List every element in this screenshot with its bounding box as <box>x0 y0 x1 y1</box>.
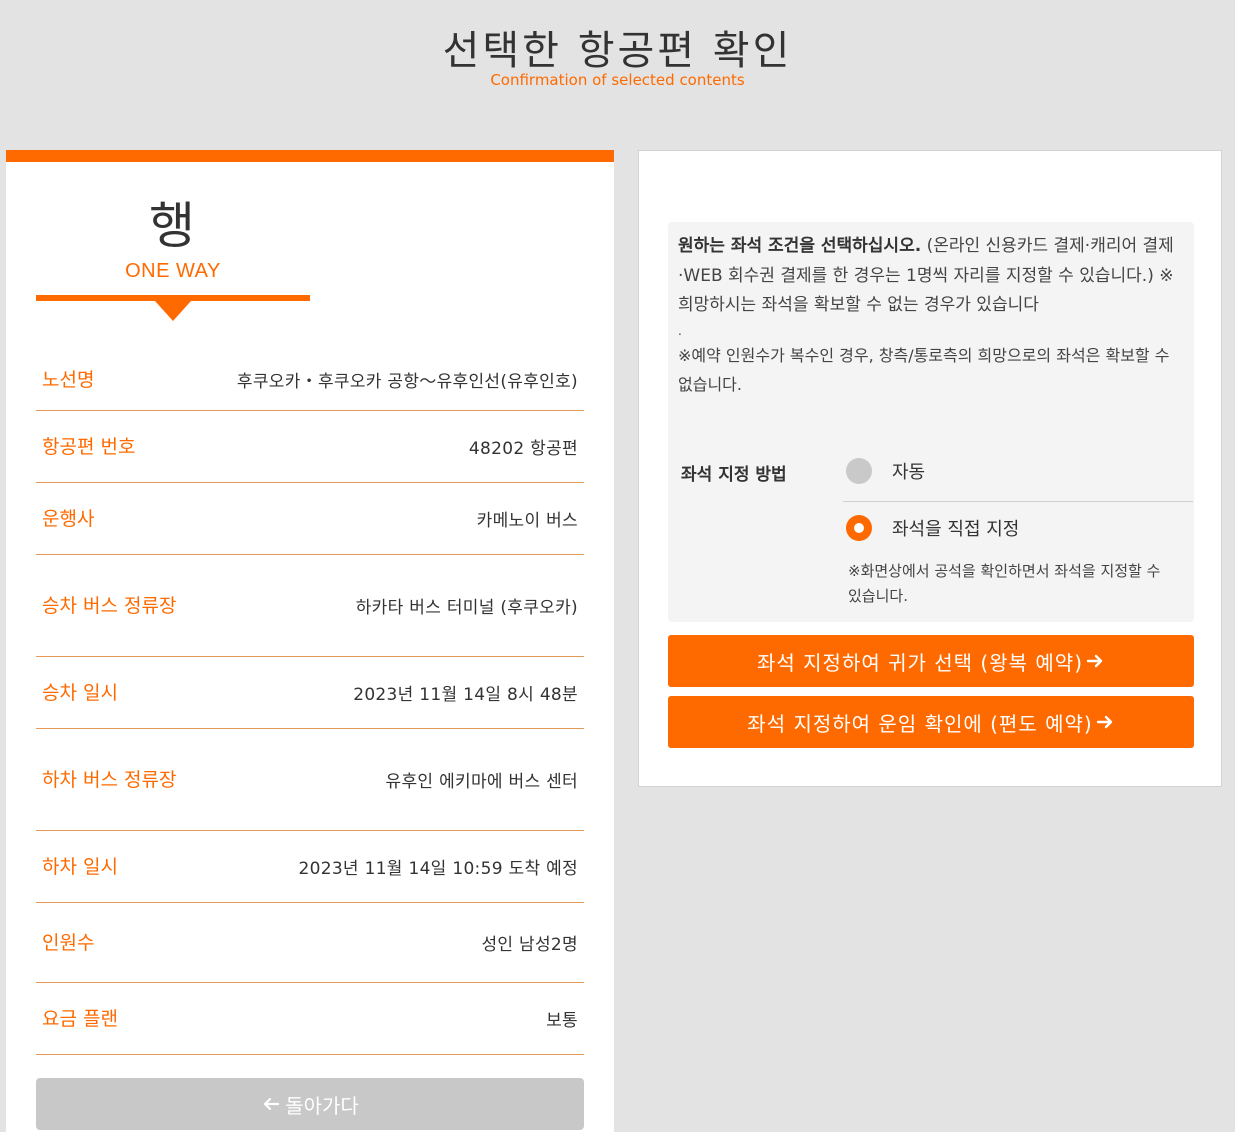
notice-reservation-note: ※예약 인원수가 복수인 경우, 창측/통로측의 희망으로의 좌석은 확보할 수… <box>678 345 1170 395</box>
page-title: 선택한 항공편 확인 <box>442 28 793 74</box>
seat-selection-card: 원하는 좌석 조건을 선택하십시오. (온라인 신용카드 결제·캐리어 결제·W… <box>638 150 1222 787</box>
option-divider <box>843 501 1193 502</box>
arrow-left-icon <box>264 1097 280 1111</box>
round-trip-reserve-button[interactable]: 좌석 지정하여 귀가 선택 (왕복 예약) <box>668 635 1194 687</box>
info-label: 하차 일시 <box>42 855 118 878</box>
info-value: 후쿠오카・후쿠오카 공항～유후인선(유후인호) <box>236 372 578 392</box>
info-row-operator: 운행사 카메노이 버스 <box>36 483 584 555</box>
info-value: 성인 남성2명 <box>481 935 578 955</box>
info-label: 인원수 <box>42 931 95 954</box>
notice-box: 원하는 좌석 조건을 선택하십시오. (온라인 신용카드 결제·캐리어 결제·W… <box>668 222 1194 622</box>
info-label: 하차 버스 정류장 <box>42 768 177 791</box>
info-value: 보통 <box>546 1011 578 1031</box>
seat-option-label: 자동 <box>892 462 926 483</box>
info-value: 2023년 11월 14일 10:59 도착 예정 <box>298 859 578 879</box>
back-button-label: 돌아가다 <box>285 1093 359 1118</box>
way-subtitle: ONE WAY <box>125 260 221 282</box>
seat-option-manual[interactable]: 좌석을 직접 지정 <box>846 515 1019 541</box>
seat-option-note: ※화면상에서 공석을 확인하면서 좌석을 지정할 수 있습니다. <box>848 562 1161 605</box>
info-value: 48202 항공편 <box>468 439 578 459</box>
info-row-alighting-time: 하차 일시 2023년 11월 14일 10:59 도착 예정 <box>36 831 584 903</box>
trip-info-list: 노선명 후쿠오카・후쿠오카 공항～유후인선(유후인호) 항공편 번호 48202… <box>36 349 584 1055</box>
info-value: 카메노이 버스 <box>476 511 578 531</box>
info-label: 운행사 <box>42 507 95 530</box>
info-row-route: 노선명 후쿠오카・후쿠오카 공항～유후인선(유후인호) <box>36 349 584 411</box>
radio-manual[interactable] <box>846 515 872 541</box>
way-title: 행 <box>149 197 195 255</box>
seat-option-label: 좌석을 직접 지정 <box>892 519 1020 540</box>
info-row-boarding-stop: 승차 버스 정류장 하카타 버스 터미널 (후쿠오카) <box>36 555 584 657</box>
info-label: 승차 버스 정류장 <box>42 594 177 617</box>
notice-dot: . <box>678 323 682 338</box>
info-value: 유후인 에키마에 버스 센터 <box>385 772 578 792</box>
info-row-boarding-time: 승차 일시 2023년 11월 14일 8시 48분 <box>36 657 584 729</box>
notice-bold: 원하는 좌석 조건을 선택하십시오. <box>678 236 922 256</box>
info-label: 승차 일시 <box>42 681 118 704</box>
info-value: 2023년 11월 14일 8시 48분 <box>353 685 578 705</box>
info-label: 노선명 <box>42 368 95 391</box>
page-subtitle: Confirmation of selected contents <box>490 71 745 89</box>
info-row-flight-number: 항공편 번호 48202 항공편 <box>36 411 584 483</box>
round-trip-button-label: 좌석 지정하여 귀가 선택 (왕복 예약) <box>757 650 1083 675</box>
info-row-fare-plan: 요금 플랜 보통 <box>36 983 584 1055</box>
info-row-passengers: 인원수 성인 남성2명 <box>36 903 584 983</box>
back-button[interactable]: 돌아가다 <box>36 1078 584 1130</box>
way-arrow-icon <box>155 301 191 321</box>
arrow-right-icon <box>1096 715 1112 729</box>
seat-option-auto[interactable]: 자동 <box>846 458 925 484</box>
info-label: 항공편 번호 <box>42 435 136 458</box>
info-label: 요금 플랜 <box>42 1007 118 1030</box>
radio-auto[interactable] <box>846 458 872 484</box>
seat-method-label: 좌석 지정 방법 <box>681 465 787 485</box>
info-value: 하카타 버스 터미널 (후쿠오카) <box>355 598 578 618</box>
info-row-alighting-stop: 하차 버스 정류장 유후인 에키마에 버스 센터 <box>36 729 584 831</box>
notice-text: 원하는 좌석 조건을 선택하십시오. (온라인 신용카드 결제·캐리어 결제·W… <box>678 232 1182 321</box>
one-way-reserve-button[interactable]: 좌석 지정하여 운임 확인에 (편도 예약) <box>668 696 1194 748</box>
arrow-right-icon <box>1086 654 1103 668</box>
one-way-button-label: 좌석 지정하여 운임 확인에 (편도 예약) <box>747 711 1093 736</box>
trip-detail-card: 행 ONE WAY 노선명 후쿠오카・후쿠오카 공항～유후인선(유후인호) 항공… <box>6 150 614 1132</box>
